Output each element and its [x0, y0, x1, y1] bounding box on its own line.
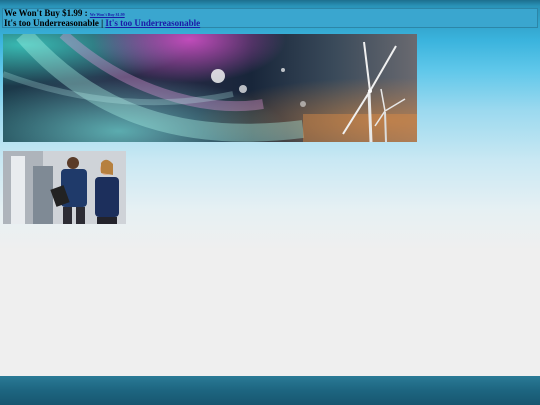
header-title-link[interactable]: We Won't Buy $1.99 — [90, 12, 125, 17]
header-separator: : — [82, 8, 90, 18]
workers-photo — [3, 151, 126, 224]
workers-photo-art — [3, 151, 126, 224]
header-box: We Won't Buy $1.99 : We Won't Buy $1.99 … — [2, 8, 538, 28]
banner-image — [3, 34, 417, 142]
header-subtitle-row: It's too Underreasonable | It's too Unde… — [4, 19, 537, 28]
footer-bar — [0, 376, 540, 405]
header-title: We Won't Buy $1.99 — [4, 8, 83, 18]
header-subtitle-link[interactable]: It's too Underreasonable — [105, 18, 200, 28]
header-subtitle: It's too Underreasonable — [4, 18, 99, 28]
banner-artwork — [3, 34, 417, 142]
